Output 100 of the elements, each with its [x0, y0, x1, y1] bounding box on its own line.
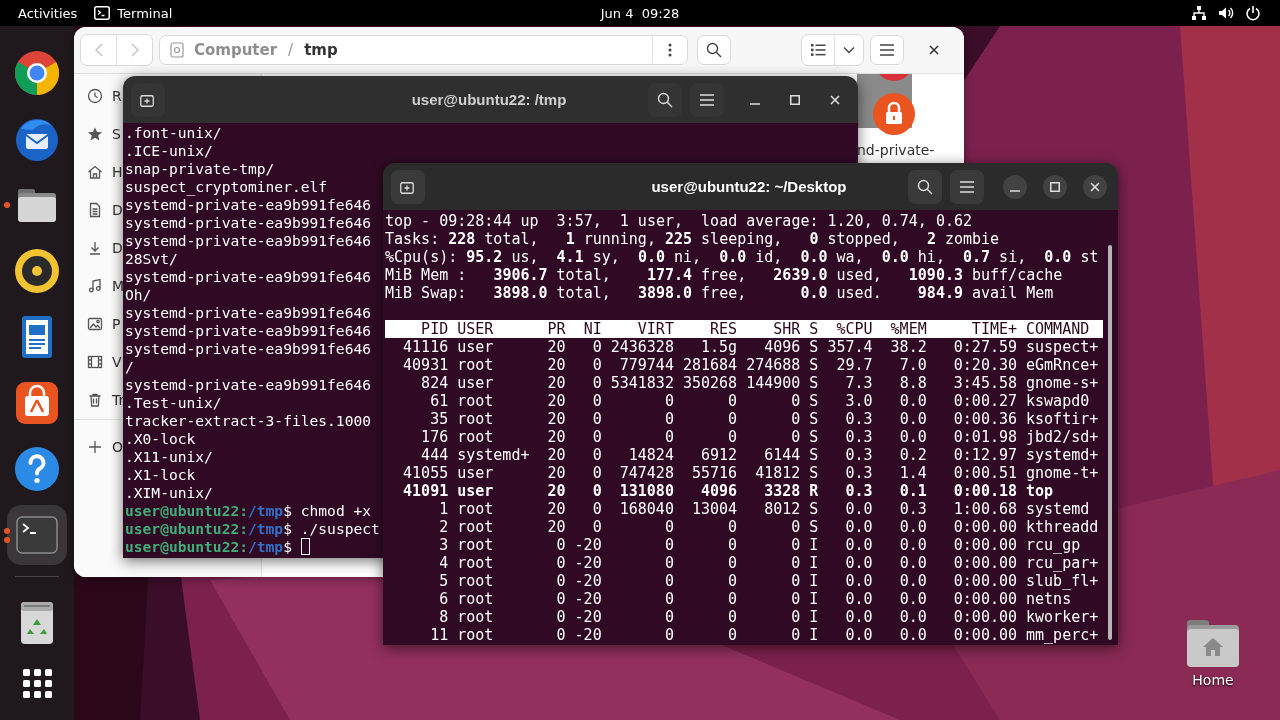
- search-button[interactable]: [908, 169, 942, 204]
- column-header[interactable]: TIME+: [926, 320, 1017, 338]
- clock-button[interactable]: Jun 4 09:28: [600, 0, 680, 26]
- table-cell-text: S: [808, 446, 819, 464]
- terminal-line: tracker-extract-3-files.1000: [125, 412, 371, 430]
- column-header[interactable]: USER: [448, 320, 530, 338]
- column-header[interactable]: PR: [529, 320, 566, 338]
- network-icon[interactable]: [1191, 5, 1207, 21]
- new-tab-icon: [140, 92, 156, 107]
- sidebar-item[interactable]: S: [74, 115, 121, 153]
- table-cell-text: 20: [546, 356, 566, 374]
- table-cell-text: 0: [790, 626, 801, 644]
- table-cell-text: user: [456, 482, 495, 500]
- activities-button[interactable]: Activities: [0, 0, 95, 26]
- sidebar-item[interactable]: O: [74, 428, 124, 466]
- table-cell-text: S: [808, 500, 819, 518]
- table-cell-text: 0: [790, 536, 801, 554]
- maximize-button[interactable]: [1043, 174, 1067, 199]
- table-cell-text: 5: [438, 572, 449, 590]
- table-cell-text: 0: [727, 392, 738, 410]
- table-cell-text: 6144: [763, 446, 801, 464]
- table-cell-text: 0.3: [898, 500, 927, 518]
- column-header[interactable]: VIRT: [601, 320, 674, 338]
- column-header[interactable]: RES: [673, 320, 738, 338]
- sidebar-item[interactable]: Tr: [74, 381, 125, 419]
- summary-line: MiB Mem : 3906.7 total, 177.4 free, 2639.0 used, 1090.3 buff/cache: [385, 266, 1063, 284]
- table-cell-text: 2436328: [609, 338, 674, 356]
- column-header[interactable]: PID: [385, 320, 449, 338]
- plus-icon: [87, 439, 103, 455]
- table-cell-text: I: [808, 536, 819, 554]
- table-cell-text: S: [808, 428, 819, 446]
- table-cell-text: 0: [663, 572, 674, 590]
- table-cell-text: slub_fl+: [1025, 572, 1099, 590]
- table-cell-text: 0.0: [844, 572, 873, 590]
- table-cell-text: 0.0: [898, 608, 927, 626]
- menu-button[interactable]: [950, 169, 984, 204]
- terminal-line: .X1-lock: [125, 466, 196, 484]
- table-cell-text: 0:27.59: [952, 338, 1017, 356]
- table-cell-text: systemd: [1025, 500, 1091, 518]
- table-cell-text: 0:01.98: [952, 428, 1017, 446]
- maximize-icon: [1050, 181, 1060, 192]
- table-cell-text: 0.0: [844, 626, 873, 644]
- table-cell-text: S: [808, 464, 819, 482]
- terminal-line: .ICE-unix/: [125, 142, 213, 160]
- sidebar-item[interactable]: V: [74, 343, 122, 381]
- table-cell-text: S: [808, 374, 819, 392]
- menu-button[interactable]: [870, 35, 904, 65]
- table-cell-text: -20: [573, 554, 602, 572]
- sidebar-item[interactable]: P: [74, 305, 121, 343]
- sidebar-item[interactable]: H: [74, 153, 123, 191]
- column-header[interactable]: S: [800, 320, 819, 338]
- column-header[interactable]: %MEM: [872, 320, 927, 338]
- star-icon: [87, 126, 103, 142]
- minimize-icon: [1010, 189, 1020, 192]
- scrollbar[interactable]: [1108, 245, 1112, 640]
- table-cell-text: 0: [591, 410, 602, 428]
- table-cell-text: S: [808, 518, 819, 536]
- column-header[interactable]: COMMAND: [1017, 320, 1099, 338]
- search-button[interactable]: [697, 35, 731, 65]
- table-cell-text: 0: [591, 518, 602, 536]
- table-cell-text: 0.0: [844, 500, 873, 518]
- desktop-icon-label[interactable]: Home: [1192, 672, 1234, 688]
- app-menu-button[interactable]: Terminal: [94, 0, 183, 26]
- table-cell-text: 4096: [763, 338, 801, 356]
- sidebar-item[interactable]: M: [74, 267, 125, 305]
- table-cell-text: I: [808, 590, 819, 608]
- table-cell-text: 747428: [618, 464, 674, 482]
- table-cell-text: 0: [555, 626, 566, 644]
- table-cell-text: 0: [663, 536, 674, 554]
- table-cell-text: 0.1: [898, 482, 927, 500]
- table-cell-text: root: [456, 536, 495, 554]
- table-cell-text: 0: [663, 554, 674, 572]
- table-cell-text: suspect+: [1025, 338, 1099, 356]
- column-header[interactable]: SHR: [737, 320, 801, 338]
- table-cell-text: -20: [573, 608, 602, 626]
- table-cell-text: 0: [727, 428, 738, 446]
- close-button[interactable]: [1083, 174, 1107, 199]
- table-cell-text: 0.3: [844, 446, 873, 464]
- volume-icon[interactable]: [1218, 5, 1234, 21]
- table-cell-text: 0: [727, 626, 738, 644]
- column-header[interactable]: NI: [565, 320, 602, 338]
- sidebar-item[interactable]: D: [74, 229, 123, 267]
- table-cell-text: 0: [727, 518, 738, 536]
- table-cell-text: 41055: [402, 464, 449, 482]
- table-cell-text: 176: [420, 428, 449, 446]
- power-icon[interactable]: [1245, 5, 1261, 21]
- table-cell-text: 3:45.58: [952, 374, 1017, 392]
- sidebar-item[interactable]: D: [74, 191, 123, 229]
- summary-line: %Cpu(s): 95.2 us, 4.1 sy, 0.0 ni, 0.0 id, 0.0 wa, 0.0 hi, 0.7 si, 0.0 st: [385, 248, 1099, 266]
- table-cell-text: I: [808, 572, 819, 590]
- path-segment[interactable]: tmp: [304, 41, 338, 59]
- table-cell-text: 0: [591, 338, 602, 356]
- summary-line: Tasks: 228 total, 1 running, 225 sleeping, 0 stopped, 2 zombie: [385, 230, 1000, 248]
- terminal-line: .X0-lock: [125, 430, 196, 448]
- table-cell-text: I: [808, 608, 819, 626]
- sidebar-item[interactable]: R: [74, 77, 122, 115]
- minimize-button[interactable]: [1003, 174, 1027, 199]
- table-cell-text: 274688: [745, 356, 801, 374]
- column-header[interactable]: %CPU: [818, 320, 873, 338]
- new-tab-button[interactable]: [391, 169, 425, 204]
